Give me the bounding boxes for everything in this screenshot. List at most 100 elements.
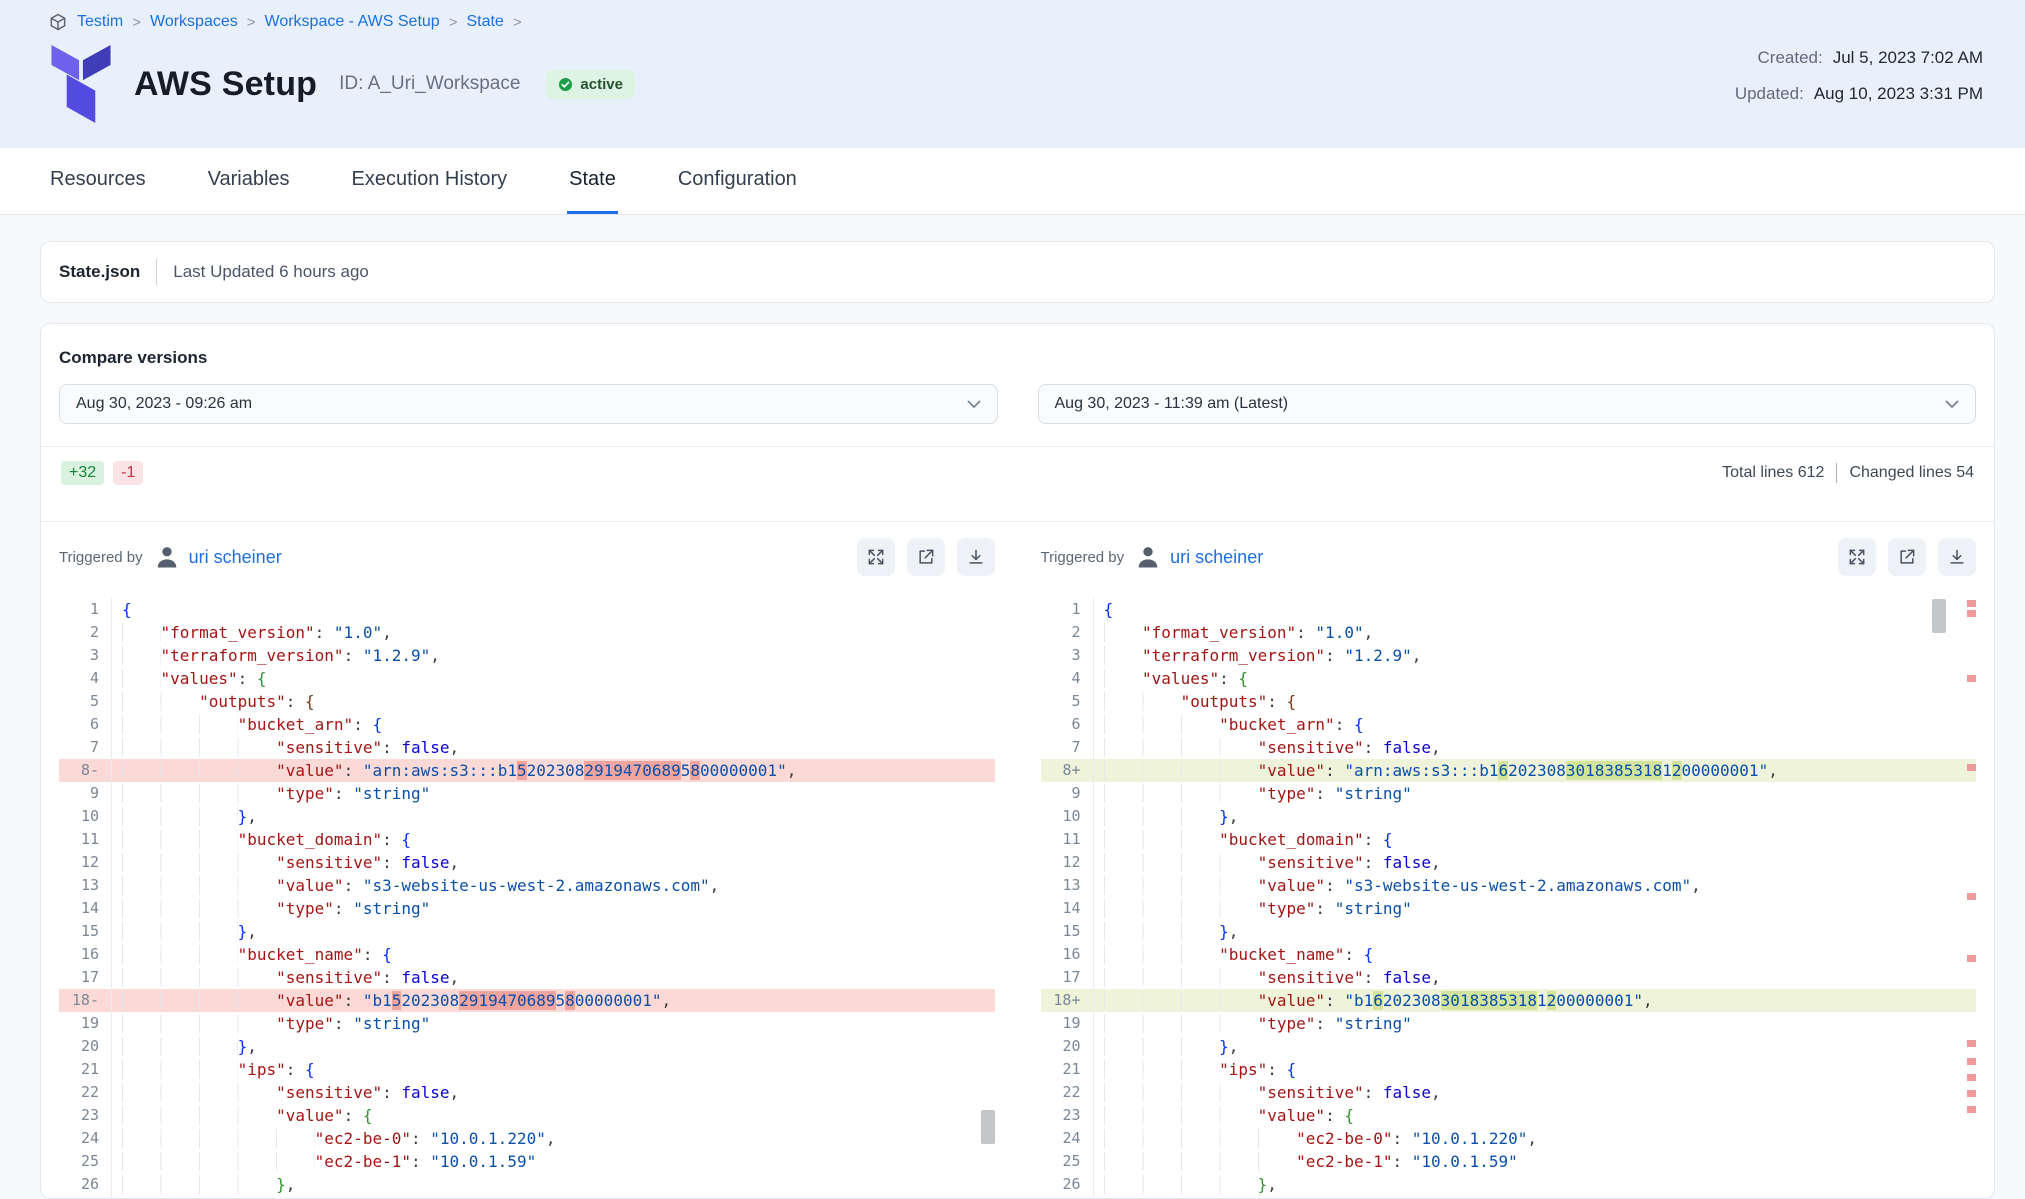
line-number: 16 [59, 943, 111, 966]
triggered-by-user-link[interactable]: uri scheiner [1170, 547, 1263, 568]
page-title: AWS Setup [134, 65, 317, 104]
code-editor-left[interactable]: 1{2 "format_version": "1.0",3 "terraform… [59, 598, 995, 1198]
tab-configuration[interactable]: Configuration [676, 148, 799, 214]
open-in-new-tab-button[interactable] [907, 538, 945, 576]
line-number: 9 [59, 782, 111, 805]
code-line: 13 "value": "s3-website-us-west-2.amazon… [59, 874, 995, 897]
code-line: 1{ [59, 598, 995, 621]
line-number: 23 [1041, 1104, 1093, 1127]
code-editor-right[interactable]: 1{2 "format_version": "1.0",3 "terraform… [1041, 598, 1977, 1198]
line-number: 8- [59, 759, 111, 782]
scrollbar-thumb[interactable] [1932, 599, 1946, 633]
code-line: 20 }, [1041, 1035, 1977, 1058]
open-in-new-tab-button[interactable] [1888, 538, 1926, 576]
code-line: 10 }, [59, 805, 995, 828]
code-line: 4 "values": { [1041, 667, 1977, 690]
diff-panel-right: Triggered by uri scheiner [1041, 522, 1977, 1198]
tab-variables[interactable]: Variables [206, 148, 292, 214]
download-button[interactable] [1938, 538, 1976, 576]
version-select-left[interactable]: Aug 30, 2023 - 09:26 am [59, 384, 998, 424]
compare-versions-heading: Compare versions [59, 348, 1976, 368]
line-number: 16 [1041, 943, 1093, 966]
tab-state[interactable]: State [567, 148, 618, 214]
line-number: 15 [59, 920, 111, 943]
code-line: 24 "ec2-be-0": "10.0.1.220", [1041, 1127, 1977, 1150]
external-link-icon [916, 547, 936, 567]
code-line: 15 }, [59, 920, 995, 943]
line-number: 1 [59, 598, 111, 621]
code-line: 14 "type": "string" [1041, 897, 1977, 920]
line-number: 3 [59, 644, 111, 667]
code-line: 4 "values": { [59, 667, 995, 690]
line-number: 19 [59, 1012, 111, 1035]
workspace-meta: Created: Jul 5, 2023 7:02 AM Updated: Au… [1735, 48, 1983, 120]
code-line: 8- "value": "arn:aws:s3:::b1520230829194… [59, 759, 995, 782]
triggered-by-label: Triggered by [59, 549, 143, 566]
line-number: 7 [1041, 736, 1093, 759]
state-page-content: State.json Last Updated 6 hours ago Comp… [0, 215, 2025, 1199]
code-line: 26 }, [59, 1173, 995, 1196]
state-file-updated: Last Updated 6 hours ago [173, 262, 369, 282]
ruler-removed-mark [1967, 675, 1976, 682]
code-line: 13 "value": "s3-website-us-west-2.amazon… [1041, 874, 1977, 897]
tab-execution-history[interactable]: Execution History [350, 148, 510, 214]
ruler-removed-mark [1967, 893, 1976, 900]
line-number: 7 [59, 736, 111, 759]
line-number: 6 [59, 713, 111, 736]
triggered-by-user-link[interactable]: uri scheiner [189, 547, 282, 568]
code-line: 17 "sensitive": false, [1041, 966, 1977, 989]
line-number: 24 [59, 1127, 111, 1150]
code-line: 2 "format_version": "1.0", [1041, 621, 1977, 644]
workspace-id: ID: A_Uri_Workspace [339, 73, 520, 95]
line-number: 5 [59, 690, 111, 713]
line-number: 17 [59, 966, 111, 989]
code-line: 26 }, [1041, 1173, 1977, 1196]
line-number: 27 [59, 1196, 111, 1198]
code-line: 27 "type": [ [1041, 1196, 1977, 1198]
download-button[interactable] [957, 538, 995, 576]
line-number: 26 [59, 1173, 111, 1196]
created-value: Jul 5, 2023 7:02 AM [1833, 48, 1983, 68]
code-line: 6 "bucket_arn": { [1041, 713, 1977, 736]
code-line: 25 "ec2-be-1": "10.0.1.59" [59, 1150, 995, 1173]
total-lines-label: Total lines 612 [1722, 464, 1824, 482]
line-number: 21 [1041, 1058, 1093, 1081]
fullscreen-button[interactable] [1838, 538, 1876, 576]
updated-label: Updated: [1735, 84, 1804, 104]
line-number: 22 [1041, 1081, 1093, 1104]
breadcrumb-item-state[interactable]: State [466, 13, 503, 31]
line-number: 10 [1041, 805, 1093, 828]
line-number: 1 [1041, 598, 1093, 621]
tab-resources[interactable]: Resources [48, 148, 148, 214]
scrollbar-thumb[interactable] [981, 1110, 995, 1144]
ruler-removed-mark [1967, 1040, 1976, 1047]
line-number: 13 [1041, 874, 1093, 897]
code-line: 16 "bucket_name": { [1041, 943, 1977, 966]
divider [156, 259, 157, 285]
diff-overview-ruler[interactable] [1967, 598, 1976, 1198]
breadcrumb-item-testim[interactable]: Testim [77, 13, 123, 31]
code-line: 21 "ips": { [1041, 1058, 1977, 1081]
diff-panel-left: Triggered by uri scheiner [59, 522, 995, 1198]
line-number: 11 [1041, 828, 1093, 851]
code-line: 20 }, [59, 1035, 995, 1058]
breadcrumb-item-workspaces[interactable]: Workspaces [150, 13, 238, 31]
line-number: 21 [59, 1058, 111, 1081]
state-file-name: State.json [59, 262, 140, 282]
line-number: 10 [59, 805, 111, 828]
breadcrumb-item-workspace-aws-setup[interactable]: Workspace - AWS Setup [265, 13, 440, 31]
added-lines-badge: +32 [61, 461, 104, 485]
version-select-right[interactable]: Aug 30, 2023 - 11:39 am (Latest) [1038, 384, 1977, 424]
line-number: 14 [1041, 897, 1093, 920]
download-icon [966, 547, 986, 567]
code-line: 27 "type": [ [59, 1196, 995, 1198]
triggered-by-label: Triggered by [1041, 549, 1125, 566]
fullscreen-button[interactable] [857, 538, 895, 576]
line-number: 4 [1041, 667, 1093, 690]
breadcrumb-separator: > [513, 14, 522, 31]
ruler-removed-mark [1967, 1058, 1976, 1065]
line-number: 18- [59, 989, 111, 1012]
line-number: 24 [1041, 1127, 1093, 1150]
breadcrumb-separator: > [449, 14, 458, 31]
code-line: 25 "ec2-be-1": "10.0.1.59" [1041, 1150, 1977, 1173]
